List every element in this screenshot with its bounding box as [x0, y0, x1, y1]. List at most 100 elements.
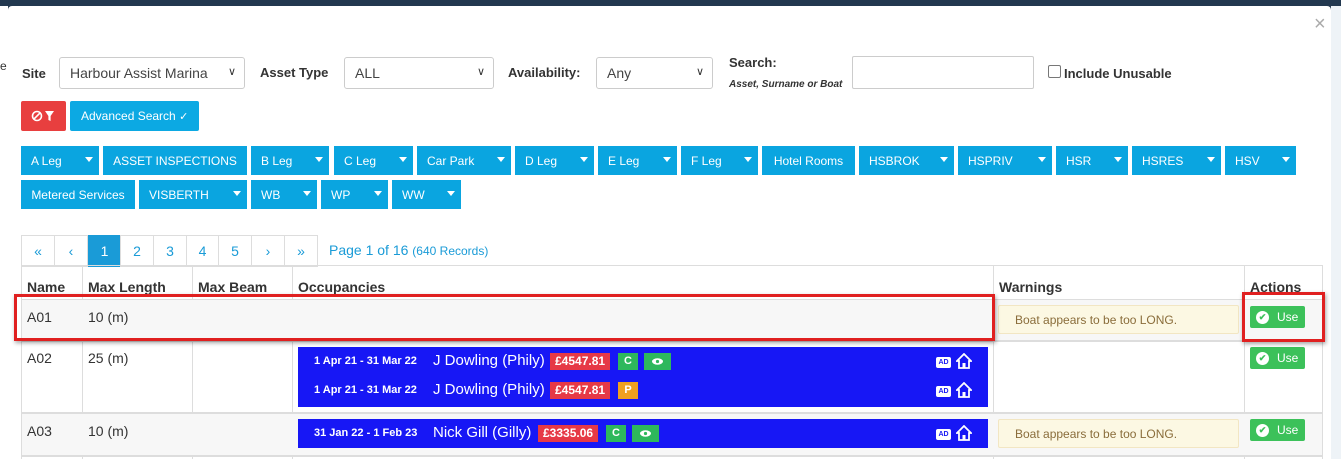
caret-down-icon	[447, 191, 455, 196]
asset-group-visberth[interactable]: VISBERTH	[139, 180, 247, 209]
check-circle-icon: ✔	[1256, 423, 1269, 437]
use-button-label: Use	[1277, 423, 1299, 437]
use-button[interactable]: ✔ Use	[1250, 419, 1305, 441]
asset-group-e-leg[interactable]: E Leg	[598, 146, 677, 175]
asset-group-hsr[interactable]: HSR	[1056, 146, 1128, 175]
home-icon[interactable]	[956, 353, 972, 369]
asset-group-asset-inspections[interactable]: ASSET INSPECTIONS	[103, 146, 247, 175]
caret-down-icon	[497, 157, 505, 162]
home-icon[interactable]	[956, 382, 972, 398]
asset-max-length: 25 (m)	[88, 350, 129, 366]
caret-down-icon	[940, 157, 948, 162]
advanced-search-button[interactable]: Advanced Search ✓	[70, 101, 199, 131]
pagination-page-3[interactable]: 3	[153, 235, 187, 267]
clear-filters-button[interactable]	[21, 101, 66, 131]
caret-down-icon	[1038, 157, 1046, 162]
use-button-label: Use	[1277, 351, 1299, 365]
asset-name: A03	[27, 423, 52, 439]
column-header-warnings[interactable]: Warnings	[999, 279, 1062, 295]
column-header-occupancies[interactable]: Occupancies	[298, 279, 385, 295]
check-circle-icon: ✔	[1256, 351, 1269, 365]
asset-group-d-leg[interactable]: D Leg	[515, 146, 594, 175]
use-button[interactable]: ✔ Use	[1250, 347, 1305, 369]
asset-group-car-park[interactable]: Car Park	[417, 146, 511, 175]
asset-search-modal: × Site Harbour Assist Marina ∨ Asset Typ…	[8, 6, 1331, 459]
occupancy-customer[interactable]: Nick Gill (Gilly)	[433, 424, 531, 441]
asset-group-hsv[interactable]: HSV	[1225, 146, 1296, 175]
caret-down-icon	[399, 157, 407, 162]
eye-icon[interactable]	[644, 353, 671, 370]
caret-down-icon	[315, 157, 323, 162]
chevron-down-icon: ∨	[227, 66, 236, 78]
chevron-down-icon: ✓	[179, 111, 189, 123]
pagination-next[interactable]: ›	[251, 235, 285, 267]
occupancy-customer[interactable]: J Dowling (Phily)	[433, 381, 545, 398]
column-header-max-beam[interactable]: Max Beam	[198, 279, 267, 295]
asset-group-hspriv[interactable]: HSPRIV	[958, 146, 1052, 175]
asset-group-b-leg[interactable]: B Leg	[251, 146, 329, 175]
pagination-page-1[interactable]: 1	[88, 235, 121, 267]
caret-down-icon	[303, 191, 311, 196]
asset-group-metered-services[interactable]: Metered Services	[21, 180, 135, 209]
ad-icon[interactable]: AD	[936, 386, 951, 397]
background-page-right	[1331, 6, 1341, 459]
asset-group-hsres[interactable]: HSRES	[1132, 146, 1221, 175]
occupancy-amount: £4547.81	[550, 382, 611, 399]
pagination-page-4[interactable]: 4	[186, 235, 219, 267]
highlight-row-a01	[14, 294, 995, 341]
occupancy-amount: £4547.81	[550, 353, 611, 370]
status-badge: C	[618, 353, 638, 370]
warning-badge: Boat appears to be too LONG.	[998, 305, 1239, 334]
caret-down-icon	[580, 157, 588, 162]
asset-group-wp[interactable]: WP	[321, 180, 388, 209]
include-unusable-checkbox[interactable]	[1048, 65, 1061, 78]
pagination-page-2[interactable]: 2	[120, 235, 154, 267]
search-input[interactable]	[852, 56, 1034, 89]
site-select[interactable]: Harbour Assist Marina ∨	[59, 57, 245, 89]
caret-down-icon	[744, 157, 752, 162]
warning-badge: Boat appears to be too LONG.	[998, 419, 1239, 448]
asset-group-f-leg[interactable]: F Leg	[681, 146, 758, 175]
caret-down-icon	[663, 157, 671, 162]
pagination-prev[interactable]: ‹	[54, 235, 88, 267]
background-page-text: e	[0, 59, 7, 73]
advanced-search-label: Advanced Search	[81, 109, 176, 123]
asset-group-c-leg[interactable]: C Leg	[334, 146, 413, 175]
pagination-first[interactable]: «	[21, 235, 55, 267]
caret-down-icon	[85, 157, 93, 162]
asset-group-a-leg[interactable]: A Leg	[21, 146, 99, 175]
pagination-page-5[interactable]: 5	[218, 235, 252, 267]
close-icon[interactable]: ×	[1314, 14, 1326, 34]
eye-icon[interactable]	[632, 425, 659, 442]
occupancy-dates: 1 Apr 21 - 31 Mar 22	[314, 384, 417, 396]
asset-max-length: 10 (m)	[88, 423, 129, 439]
occupancy-dates: 1 Apr 21 - 31 Mar 22	[314, 355, 417, 367]
home-icon[interactable]	[956, 425, 972, 441]
pagination-last[interactable]: »	[284, 235, 318, 267]
ad-icon[interactable]: AD	[936, 429, 951, 440]
asset-group-hsbrok[interactable]: HSBROK	[859, 146, 954, 175]
caret-down-icon	[233, 191, 241, 196]
status-badge: C	[606, 425, 626, 442]
pagination-info: Page 1 of 16 (640 Records)	[329, 242, 488, 258]
availability-select-value: Any	[607, 65, 632, 81]
availability-select[interactable]: Any ∨	[596, 57, 713, 89]
caret-down-icon	[374, 191, 382, 196]
asset-group-ww[interactable]: WW	[392, 180, 461, 209]
occupancy-amount: £3335.06	[538, 425, 599, 442]
search-hint: Asset, Surname or Boat	[729, 79, 843, 90]
caret-down-icon	[1114, 157, 1122, 162]
asset-type-select[interactable]: ALL ∨	[344, 57, 494, 89]
filter-off-icon	[31, 110, 54, 122]
pagination-records: (640 Records)	[412, 244, 489, 258]
asset-name: A02	[27, 350, 52, 366]
occupancy-customer[interactable]: J Dowling (Phily)	[433, 352, 545, 369]
asset-group-wb[interactable]: WB	[251, 180, 317, 209]
ad-icon[interactable]: AD	[936, 357, 951, 368]
occupancy-dates: 31 Jan 22 - 1 Feb 23	[314, 427, 418, 439]
asset-group-hotel-rooms[interactable]: Hotel Rooms	[762, 146, 855, 175]
availability-label: Availability:	[508, 65, 581, 80]
column-header-max-length[interactable]: Max Length	[88, 279, 166, 295]
column-header-name[interactable]: Name	[27, 279, 65, 295]
chevron-down-icon: ∨	[695, 66, 704, 78]
